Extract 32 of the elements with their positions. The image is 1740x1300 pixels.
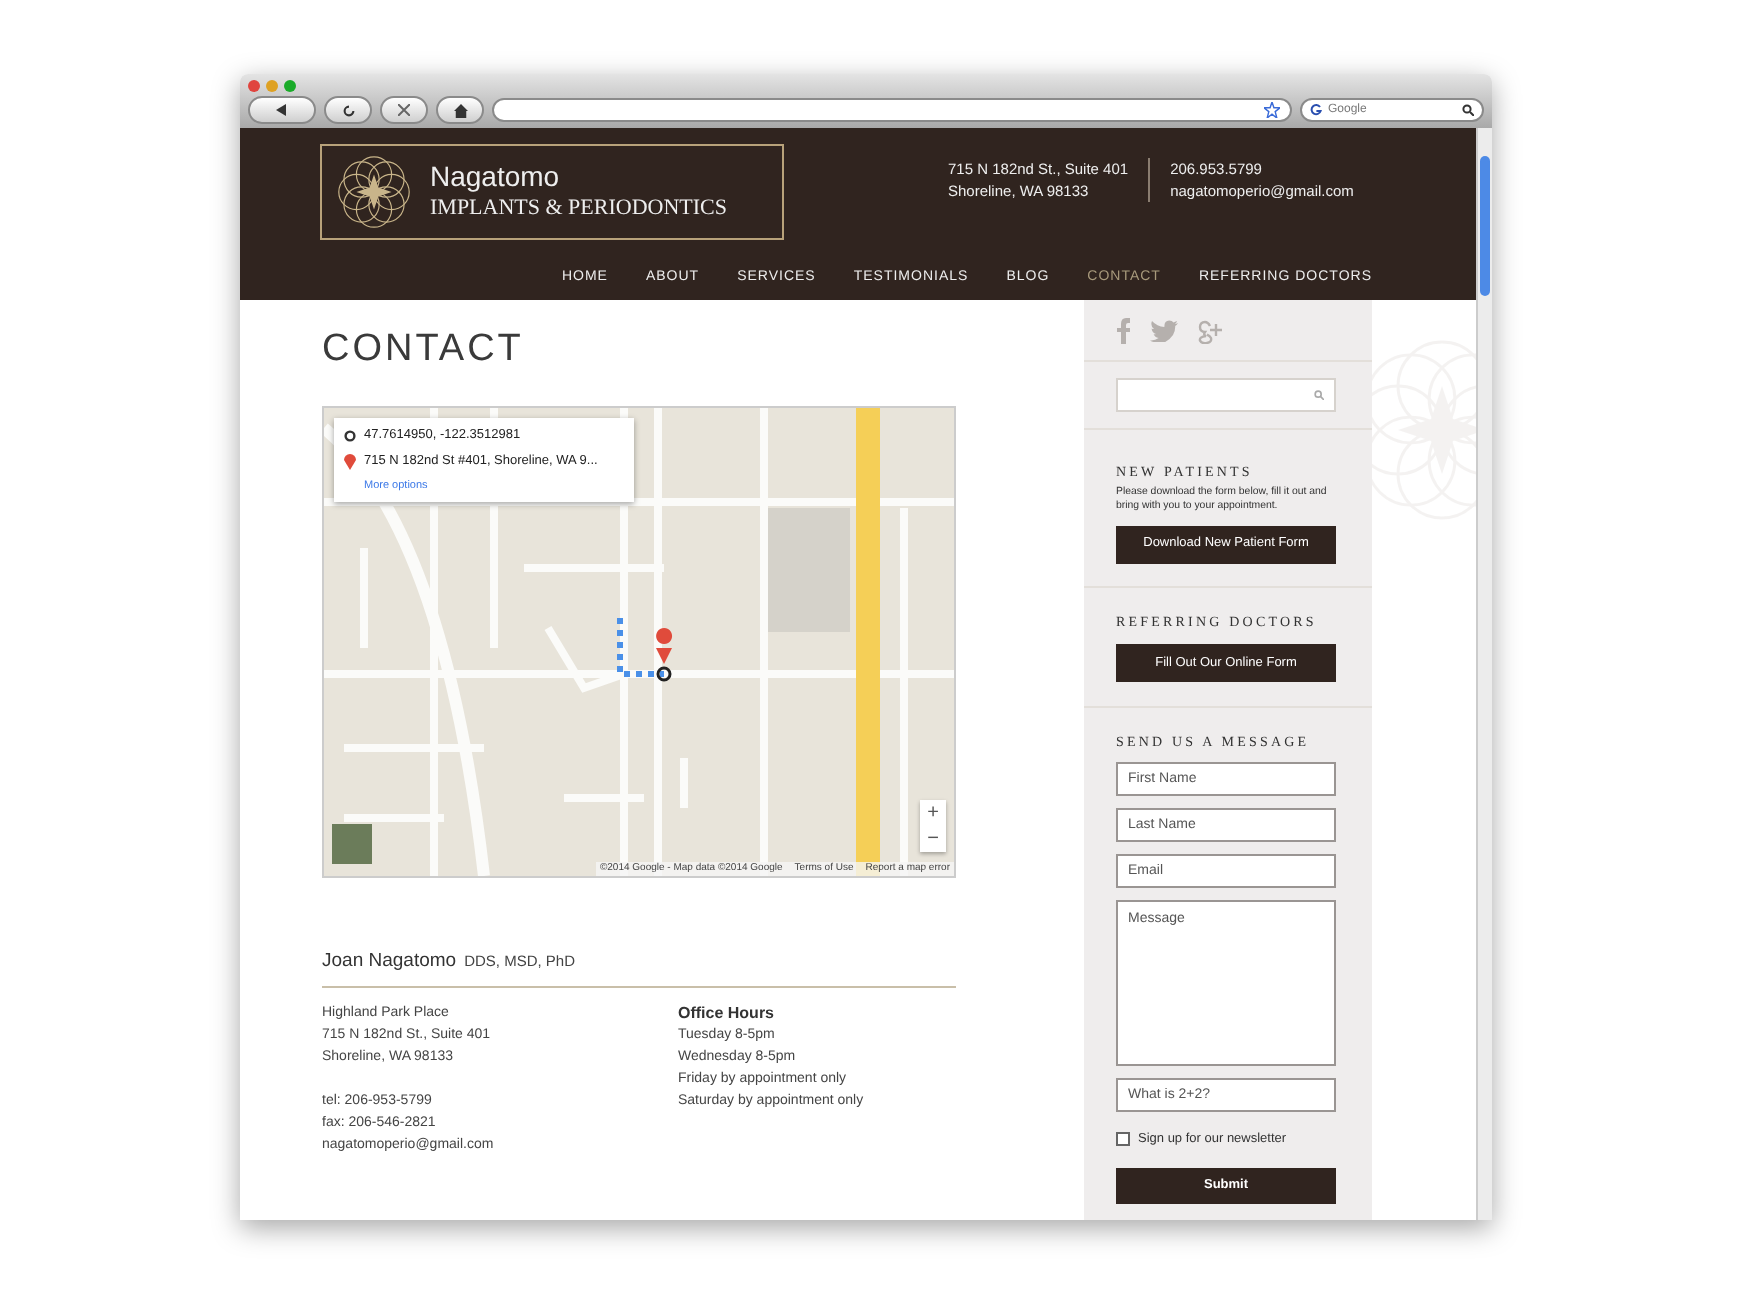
newsletter-checkbox[interactable]: [1116, 1131, 1130, 1146]
minimize-icon[interactable]: [266, 80, 278, 92]
logo-subtitle: IMPLANTS & PERIODONTICS: [430, 195, 728, 224]
search-engine-icon: [1310, 104, 1322, 116]
maximize-icon[interactable]: [284, 80, 296, 92]
search-icon: [1314, 390, 1324, 400]
bird-icon[interactable]: [1150, 320, 1178, 342]
home-icon: [453, 103, 467, 117]
close-icon: [398, 104, 410, 116]
page-title: CONTACT: [322, 330, 526, 368]
logo-name: Nagatomo: [430, 160, 562, 196]
scrollbar[interactable]: [1476, 128, 1492, 1220]
office-hours-title: Office Hours: [678, 1002, 777, 1025]
map-pin-icon: [344, 453, 356, 470]
zoom-button[interactable]: −: [920, 826, 946, 852]
logo[interactable]: Nagatomo IMPLANTS & PERIODONTICS: [320, 144, 784, 240]
reload-button[interactable]: [324, 96, 372, 124]
circle-icon: [344, 429, 356, 442]
facebook-icon[interactable]: [1116, 318, 1130, 344]
close-icon[interactable]: [248, 80, 260, 92]
zoom-button[interactable]: +: [920, 800, 946, 826]
home-button[interactable]: [436, 96, 484, 124]
google-plus-icon[interactable]: [1198, 319, 1224, 343]
back-button[interactable]: [248, 96, 316, 124]
scrollbar-thumb[interactable]: [1480, 156, 1490, 296]
doctor-name: Joan Nagatomo: [322, 948, 457, 976]
star-icon[interactable]: [1264, 102, 1280, 118]
left-arrow-icon: [276, 104, 288, 116]
stop-button[interactable]: [380, 96, 428, 124]
search-icon: [1462, 104, 1474, 116]
search-field[interactable]: [1116, 378, 1336, 412]
reload-icon: [341, 103, 355, 117]
